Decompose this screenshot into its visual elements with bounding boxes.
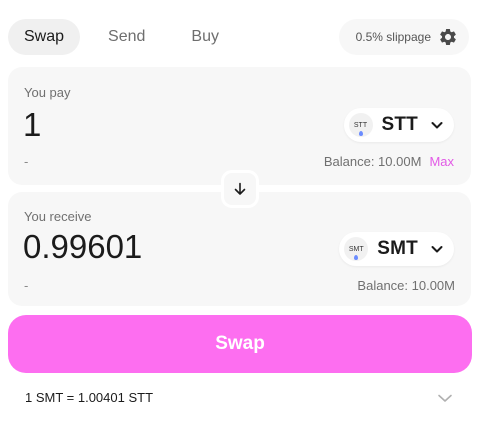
pay-token-selector[interactable]: STT STT <box>343 108 454 142</box>
pay-fiat-value: - <box>24 154 29 169</box>
chevron-down-icon <box>431 246 443 253</box>
max-button[interactable]: Max <box>429 154 454 169</box>
receive-panel: You receive 0.99601 - SMT SMT Balance: 1… <box>8 192 471 306</box>
pay-label: You pay <box>24 85 71 100</box>
receive-balance: Balance: 10.00M <box>357 278 455 293</box>
receive-fiat-value: - <box>24 278 29 293</box>
pay-amount-input[interactable]: 1 <box>23 106 41 144</box>
slippage-label: 0.5% slippage <box>355 30 431 44</box>
gear-icon <box>440 28 456 45</box>
slippage-settings-button[interactable]: 0.5% slippage <box>339 19 469 55</box>
tab-buy[interactable]: Buy <box>175 19 235 55</box>
tab-bar: Swap Send Buy <box>8 19 249 55</box>
pay-token-symbol: STT <box>381 114 418 135</box>
smt-token-icon: SMT <box>344 237 369 261</box>
receive-balance-row: Balance: 10.00M <box>357 278 455 293</box>
pay-balance-row: Balance: 10.00M Max <box>324 154 454 169</box>
exchange-rate[interactable]: 1 SMT = 1.00401 STT <box>25 390 153 405</box>
receive-token-symbol: SMT <box>377 238 418 259</box>
receive-token-selector[interactable]: SMT SMT <box>339 232 454 266</box>
switch-tokens-button[interactable] <box>221 170 259 208</box>
arrow-down-icon <box>234 182 246 195</box>
tab-swap[interactable]: Swap <box>8 19 81 55</box>
tab-send[interactable]: Send <box>92 19 161 55</box>
chevron-down-icon <box>431 122 443 129</box>
swap-button[interactable]: Swap <box>8 315 472 373</box>
stt-token-icon: STT <box>348 113 373 137</box>
pay-panel: You pay 1 - STT STT Balance: 10.00M Max <box>8 67 471 185</box>
chevron-down-icon[interactable] <box>436 389 454 407</box>
receive-label: You receive <box>24 209 92 224</box>
pay-balance: Balance: 10.00M <box>323 154 422 169</box>
receive-amount-input[interactable]: 0.99601 <box>23 228 142 266</box>
